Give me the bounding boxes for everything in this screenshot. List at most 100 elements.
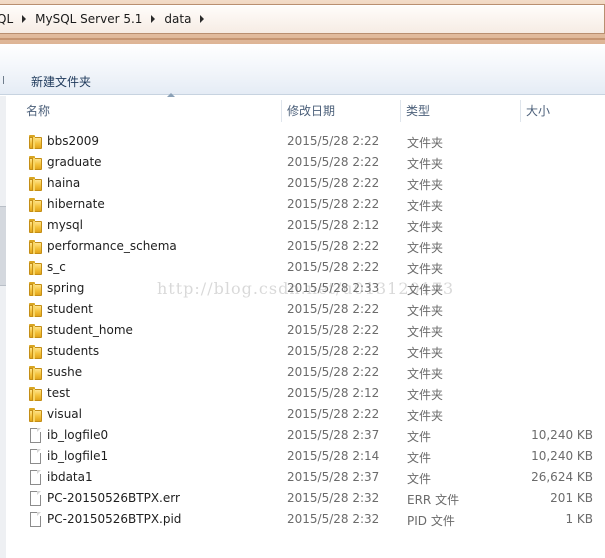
file-icon (29, 470, 43, 486)
file-list-row[interactable]: student_home 2015/5/28 2:22 文件夹 (0, 320, 605, 341)
file-name: PC-20150526BTPX.err (47, 491, 180, 505)
folder-icon (29, 302, 43, 318)
file-type: 文件夹 (407, 136, 444, 150)
file-modified-date: 2015/5/28 2:12 (287, 386, 380, 400)
file-list-row[interactable]: bbs2009 2015/5/28 2:22 文件夹 (0, 131, 605, 152)
folder-icon (29, 407, 43, 423)
file-list-row[interactable]: ib_logfile1 2015/5/28 2:14 文件 10,240 KB (0, 446, 605, 467)
file-modified-date: 2015/5/28 2:22 (287, 239, 380, 253)
file-name: ibdata1 (47, 470, 93, 484)
folder-icon (29, 134, 43, 150)
file-list-row[interactable]: visual 2015/5/28 2:22 文件夹 (0, 404, 605, 425)
file-modified-date: 2015/5/28 2:33 (287, 281, 380, 295)
new-folder-button[interactable]: 新建文件夹 (31, 73, 91, 90)
file-modified-date: 2015/5/28 2:22 (287, 344, 380, 358)
file-modified-date: 2015/5/28 2:22 (287, 302, 380, 316)
file-type: 文件夹 (407, 220, 444, 234)
file-name: hibernate (47, 197, 105, 211)
file-type: 文件夹 (407, 325, 444, 339)
file-size: 1 KB (565, 512, 593, 526)
column-header-name-label: 名称 (26, 104, 51, 118)
file-list-row[interactable]: haina 2015/5/28 2:22 文件夹 (0, 173, 605, 194)
file-modified-date: 2015/5/28 2:22 (287, 260, 380, 274)
file-type: 文件夹 (407, 367, 444, 381)
file-list-row[interactable]: mysql 2015/5/28 2:12 文件夹 (0, 215, 605, 236)
file-name: PC-20150526BTPX.pid (47, 512, 182, 526)
breadcrumb-item-sql[interactable]: QL (0, 12, 18, 26)
file-type: 文件夹 (407, 388, 444, 402)
file-name: mysql (47, 218, 83, 232)
file-icon (29, 512, 43, 528)
folder-icon (29, 281, 43, 297)
column-header-date[interactable]: 修改日期 (281, 96, 401, 124)
file-name: visual (47, 407, 82, 421)
breadcrumb-chevron-icon[interactable] (151, 15, 156, 23)
column-headers: 名称 修改日期 类型 大小 (0, 93, 605, 124)
file-name: student (47, 302, 93, 316)
column-header-size[interactable]: 大小 (520, 96, 605, 124)
file-list-row[interactable]: ib_logfile0 2015/5/28 2:37 文件 10,240 KB (0, 425, 605, 446)
file-modified-date: 2015/5/28 2:22 (287, 155, 380, 169)
file-modified-date: 2015/5/28 2:32 (287, 491, 380, 505)
file-name: student_home (47, 323, 133, 337)
breadcrumb-chevron-icon[interactable] (22, 15, 27, 23)
folder-icon (29, 218, 43, 234)
file-size: 201 KB (550, 491, 593, 505)
file-icon (29, 449, 43, 465)
file-name: test (47, 386, 71, 400)
file-name: sushe (47, 365, 83, 379)
sort-ascending-icon (167, 93, 175, 97)
toolbar: 新建文件夹 (0, 44, 605, 95)
file-type: 文件夹 (407, 241, 444, 255)
file-list-row[interactable]: PC-20150526BTPX.pid 2015/5/28 2:32 PID 文… (0, 509, 605, 530)
file-icon (29, 491, 43, 507)
file-modified-date: 2015/5/28 2:37 (287, 470, 380, 484)
file-list-row[interactable]: student 2015/5/28 2:22 文件夹 (0, 299, 605, 320)
file-list-row[interactable]: hibernate 2015/5/28 2:22 文件夹 (0, 194, 605, 215)
file-size: 26,624 KB (531, 470, 593, 484)
column-header-name[interactable]: 名称 (20, 93, 281, 124)
column-header-type[interactable]: 类型 (400, 96, 520, 124)
column-header-size-label: 大小 (526, 104, 551, 118)
file-size: 10,240 KB (531, 428, 593, 442)
file-name: s_c (47, 260, 66, 274)
file-type: PID 文件 (407, 514, 455, 528)
file-list-row[interactable]: sushe 2015/5/28 2:22 文件夹 (0, 362, 605, 383)
file-name: bbs2009 (47, 134, 100, 148)
file-name: spring (47, 281, 85, 295)
file-modified-date: 2015/5/28 2:37 (287, 428, 380, 442)
folder-icon (29, 239, 43, 255)
breadcrumb-item-data[interactable]: data (159, 12, 196, 26)
breadcrumb-item-mysql-server[interactable]: MySQL Server 5.1 (30, 12, 147, 26)
folder-icon (29, 197, 43, 213)
file-list: bbs2009 2015/5/28 2:22 文件夹 graduate 2015… (0, 131, 605, 530)
toolbar-overflow-icon[interactable] (0, 76, 4, 84)
file-modified-date: 2015/5/28 2:22 (287, 197, 380, 211)
file-modified-date: 2015/5/28 2:22 (287, 134, 380, 148)
file-type: 文件 (407, 472, 432, 486)
file-list-row[interactable]: PC-20150526BTPX.err 2015/5/28 2:32 ERR 文… (0, 488, 605, 509)
file-list-row[interactable]: spring 2015/5/28 2:33 文件夹 (0, 278, 605, 299)
folder-icon (29, 365, 43, 381)
file-list-row[interactable]: graduate 2015/5/28 2:22 文件夹 (0, 152, 605, 173)
folder-icon (29, 176, 43, 192)
file-list-row[interactable]: ibdata1 2015/5/28 2:37 文件 26,624 KB (0, 467, 605, 488)
file-list-row[interactable]: performance_schema 2015/5/28 2:22 文件夹 (0, 236, 605, 257)
column-header-type-label: 类型 (406, 104, 431, 118)
folder-icon (29, 344, 43, 360)
file-list-row[interactable]: students 2015/5/28 2:22 文件夹 (0, 341, 605, 362)
folder-icon (29, 386, 43, 402)
file-modified-date: 2015/5/28 2:22 (287, 323, 380, 337)
file-modified-date: 2015/5/28 2:12 (287, 218, 380, 232)
file-type: 文件 (407, 430, 432, 444)
file-type: 文件夹 (407, 409, 444, 423)
file-type: 文件夹 (407, 262, 444, 276)
folder-icon (29, 155, 43, 171)
file-modified-date: 2015/5/28 2:22 (287, 176, 380, 190)
file-list-row[interactable]: test 2015/5/28 2:12 文件夹 (0, 383, 605, 404)
folder-icon (29, 260, 43, 276)
address-bar[interactable]: QL MySQL Server 5.1 data (0, 4, 605, 34)
file-list-row[interactable]: s_c 2015/5/28 2:22 文件夹 (0, 257, 605, 278)
breadcrumb-chevron-icon[interactable] (200, 15, 205, 23)
file-type: ERR 文件 (407, 493, 460, 507)
